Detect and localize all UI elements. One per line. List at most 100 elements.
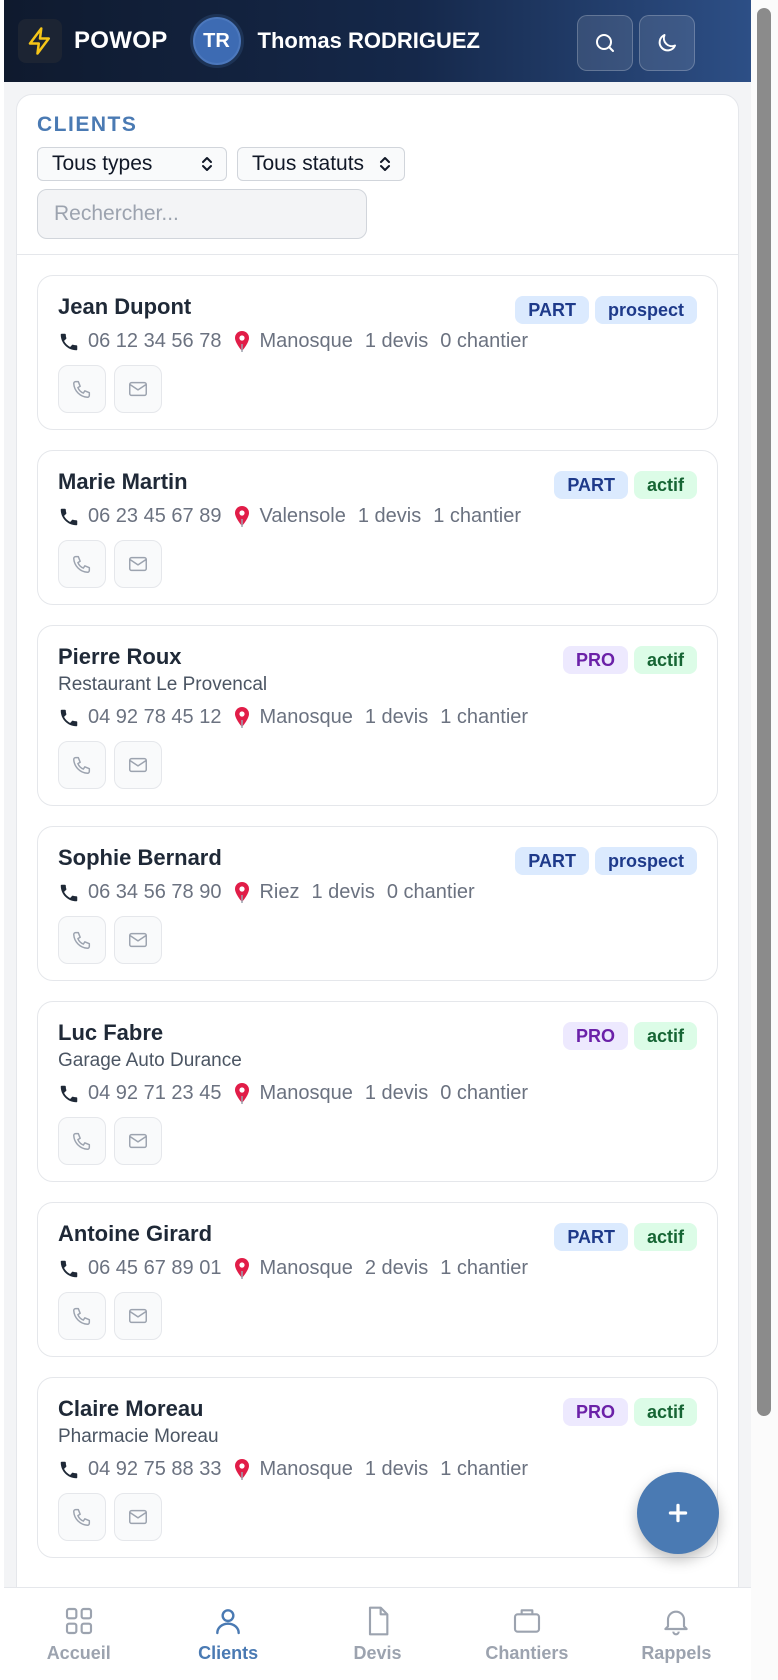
status-badge: actif [633, 646, 697, 674]
email-button[interactable] [114, 365, 162, 413]
mail-icon [127, 1130, 149, 1152]
nav-label: Accueil [46, 1642, 111, 1663]
phone-icon [58, 707, 80, 729]
updown-chevron-icon [378, 155, 392, 173]
client-card[interactable]: Claire Moreau Pharmacie Moreau PRO actif… [37, 1377, 718, 1558]
client-chantier-count: 1 chantier [433, 505, 522, 527]
pin-icon [233, 881, 251, 904]
phone-outline-icon [71, 1506, 93, 1528]
client-card[interactable]: Sophie Bernard PART prospect 06 34 56 78… [37, 826, 718, 981]
nav-item-rappels[interactable]: Rappels [602, 1588, 751, 1680]
filters-section: CLIENTS Tous types Tous statuts [17, 95, 738, 255]
client-devis-count: 1 devis [364, 1458, 429, 1480]
call-button[interactable] [58, 365, 106, 413]
client-devis-count: 1 devis [364, 706, 429, 728]
type-select[interactable]: Tous types [37, 147, 227, 181]
grid-icon [63, 1605, 95, 1637]
phone-icon [58, 882, 80, 904]
clients-panel: CLIENTS Tous types Tous statuts Recherch… [16, 94, 739, 1587]
avatar[interactable]: TR [189, 14, 244, 68]
scrollbar-thumb[interactable] [757, 8, 771, 1416]
type-badge: PRO [562, 1398, 628, 1426]
client-devis-count: 1 devis [364, 330, 429, 352]
nav-label: Clients [198, 1642, 259, 1663]
client-chantier-count: 0 chantier [440, 330, 529, 352]
client-badges: PRO actif [562, 1022, 697, 1050]
moon-icon [655, 31, 679, 55]
email-button[interactable] [114, 1117, 162, 1165]
status-select[interactable]: Tous statuts [237, 147, 405, 181]
nav-item-devis[interactable]: Devis [303, 1588, 452, 1680]
nav-item-chantiers[interactable]: Chantiers [452, 1588, 601, 1680]
email-button[interactable] [114, 540, 162, 588]
nav-item-accueil[interactable]: Accueil [4, 1588, 153, 1680]
phone-icon [58, 1459, 80, 1481]
client-chantier-count: 1 chantier [440, 1257, 529, 1279]
search-input[interactable] [37, 189, 367, 239]
status-badge: actif [633, 1398, 697, 1426]
brand-name: POWOP [74, 27, 168, 54]
theme-toggle-button[interactable] [639, 15, 695, 71]
client-meta: 06 23 45 67 89 Valensole 1 devis 1 chant… [58, 505, 697, 528]
client-badges: PART actif [554, 1223, 697, 1251]
email-button[interactable] [114, 916, 162, 964]
call-button[interactable] [58, 916, 106, 964]
email-button[interactable] [114, 1493, 162, 1541]
add-client-button[interactable] [637, 1472, 719, 1554]
client-city: Manosque [259, 1458, 353, 1480]
client-card[interactable]: Pierre Roux Restaurant Le Provencal PRO … [37, 625, 718, 806]
document-icon [362, 1605, 394, 1637]
client-card[interactable]: Jean Dupont PART prospect 06 12 34 56 78… [37, 275, 718, 430]
client-meta: 06 12 34 56 78 Manosque 1 devis 0 chanti… [58, 330, 697, 353]
client-card[interactable]: Antoine Girard PART actif 06 45 67 89 01… [37, 1202, 718, 1357]
call-button[interactable] [58, 741, 106, 789]
call-button[interactable] [58, 1292, 106, 1340]
client-actions [58, 365, 697, 413]
nav-label: Rappels [641, 1642, 712, 1663]
bottom-nav: Accueil Clients Devis Chantiers Rappels [4, 1587, 751, 1680]
main-content[interactable]: CLIENTS Tous types Tous statuts Recherch… [4, 82, 751, 1587]
phone-outline-icon [71, 1305, 93, 1327]
lightning-icon[interactable] [18, 19, 62, 63]
client-meta: 04 92 71 23 45 Manosque 1 devis 0 chanti… [58, 1082, 697, 1105]
client-city: Manosque [259, 330, 353, 352]
client-devis-count: 2 devis [364, 1257, 429, 1279]
email-button[interactable] [114, 741, 162, 789]
type-badge: PART [554, 471, 628, 499]
client-meta: 06 45 67 89 01 Manosque 2 devis 1 chanti… [58, 1257, 697, 1280]
type-select-value: Tous types [52, 152, 153, 175]
client-chantier-count: 1 chantier [440, 1458, 529, 1480]
phone-icon [58, 331, 80, 353]
client-city: Manosque [259, 1257, 353, 1279]
pin-icon [233, 1458, 251, 1481]
client-company: Pharmacie Moreau [58, 1426, 219, 1447]
type-badge: PART [515, 296, 589, 324]
call-button[interactable] [58, 540, 106, 588]
client-badges: PART prospect [515, 847, 697, 875]
updown-chevron-icon [200, 155, 214, 173]
client-card[interactable]: Marie Martin PART actif 06 23 45 67 89 V… [37, 450, 718, 605]
client-badges: PRO actif [562, 1398, 697, 1426]
search-button[interactable] [577, 15, 633, 71]
phone-outline-icon [71, 1130, 93, 1152]
status-select-value: Tous statuts [252, 152, 365, 175]
phone-icon [58, 1258, 80, 1280]
email-button[interactable] [114, 1292, 162, 1340]
client-chantier-count: 0 chantier [440, 1082, 529, 1104]
bell-icon [660, 1605, 692, 1637]
call-button[interactable] [58, 1117, 106, 1165]
section-title: CLIENTS [37, 113, 138, 136]
phone-icon [58, 1083, 80, 1105]
status-badge: prospect [594, 296, 697, 324]
nav-item-clients[interactable]: Clients [153, 1588, 302, 1680]
client-phone: 06 45 67 89 01 [88, 1257, 222, 1279]
client-meta: 06 34 56 78 90 Riez 1 devis 0 chantier [58, 881, 697, 904]
pin-icon [233, 1257, 251, 1280]
phone-outline-icon [71, 553, 93, 575]
mail-icon [127, 553, 149, 575]
client-devis-count: 1 devis [364, 1082, 429, 1104]
client-card[interactable]: Luc Fabre Garage Auto Durance PRO actif … [37, 1001, 718, 1182]
call-button[interactable] [58, 1493, 106, 1541]
client-badges: PRO actif [562, 646, 697, 674]
pin-icon [233, 330, 251, 353]
